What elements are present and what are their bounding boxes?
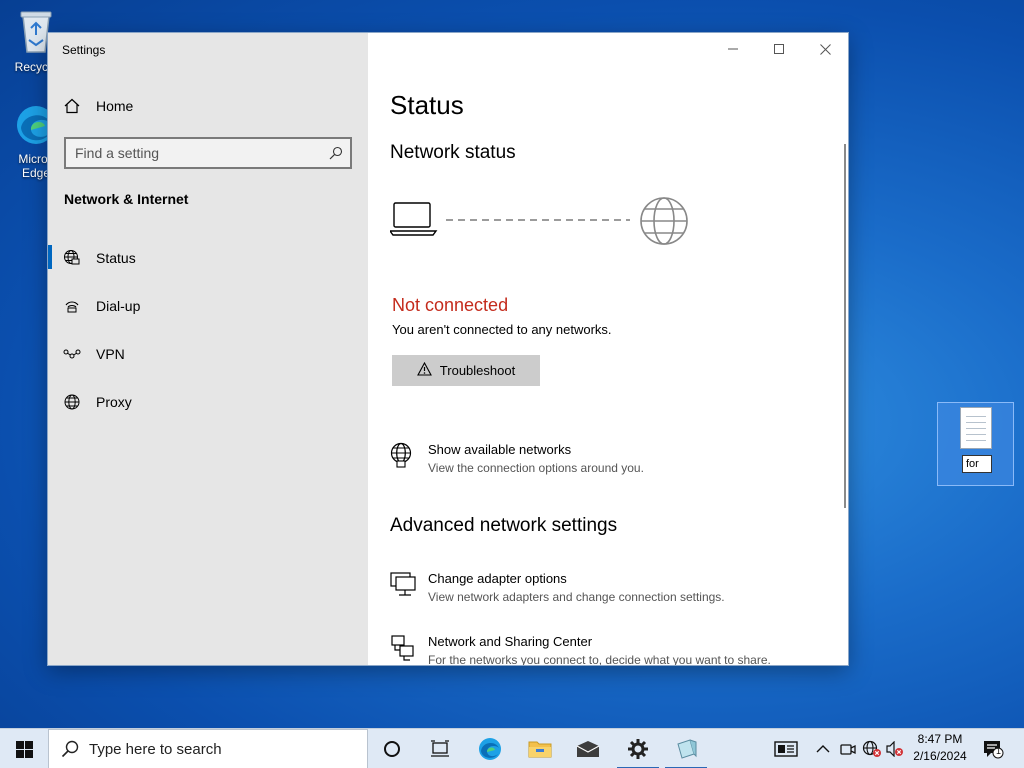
search-icon [61, 740, 79, 758]
taskbar-search-box[interactable]: Type here to search [48, 729, 368, 768]
sidebar-item-home[interactable]: Home [48, 86, 368, 126]
start-button[interactable] [0, 729, 48, 768]
notepad-taskbar-button[interactable] [662, 729, 710, 768]
sidebar-item-proxy[interactable]: Proxy [48, 382, 368, 422]
sidebar-item-vpn[interactable]: VPN [48, 334, 368, 374]
news-widget-icon[interactable] [774, 740, 798, 763]
taskbar-search-placeholder: Type here to search [89, 740, 222, 758]
adapter-options-title: Change adapter options [428, 571, 567, 586]
sidebar-item-label: Status [96, 250, 136, 266]
file-explorer-button[interactable] [516, 729, 564, 768]
maximize-button[interactable] [756, 33, 802, 65]
action-center-button[interactable]: 1 [978, 729, 1008, 768]
sharing-center-title: Network and Sharing Center [428, 634, 593, 649]
clock-date: 2/16/2024 [913, 749, 967, 763]
home-icon [48, 97, 96, 115]
sharing-center-subtitle: For the networks you connect to, decide … [428, 653, 771, 665]
network-adapter-icon [390, 571, 416, 599]
dialup-icon [48, 297, 96, 315]
sidebar-item-status[interactable]: Status [48, 238, 368, 278]
text-file-desktop-icon[interactable]: for [937, 402, 1014, 486]
settings-taskbar-button[interactable] [614, 729, 662, 768]
volume-muted-icon[interactable] [886, 740, 904, 762]
folder-icon [528, 741, 552, 758]
sidebar-item-label: VPN [96, 346, 125, 362]
change-adapter-options-link[interactable]: Change adapter options View network adap… [390, 571, 830, 615]
close-button[interactable] [802, 33, 848, 65]
connection-detail: You aren't connected to any networks. [392, 322, 612, 337]
chevron-up-icon[interactable] [816, 742, 830, 760]
network-sharing-center-link[interactable]: Network and Sharing Center For the netwo… [390, 634, 830, 665]
close-icon [819, 43, 831, 55]
section-title: Network & Internet [64, 191, 189, 207]
text-document-icon [960, 407, 992, 449]
connection-state: Not connected [392, 295, 509, 315]
warning-icon [416, 361, 432, 379]
task-view-icon [431, 740, 449, 757]
window-title: Settings [62, 43, 106, 57]
edge-icon [479, 738, 501, 760]
mail-button[interactable] [564, 729, 612, 768]
settings-main-pane: Status Network status Not connected You [368, 33, 848, 665]
settings-window: Settings Home Network & Internet Status [48, 33, 848, 665]
find-setting-input[interactable] [66, 139, 322, 167]
adapter-options-subtitle: View network adapters and change connect… [428, 590, 725, 604]
show-available-networks-link[interactable]: Show available networks View the connect… [390, 442, 830, 486]
mail-icon [576, 741, 600, 757]
sharing-center-icon [390, 634, 416, 662]
laptop-icon [388, 202, 438, 236]
page-title: Status [390, 90, 464, 120]
troubleshoot-button[interactable]: Troubleshoot [392, 355, 540, 386]
troubleshoot-label: Troubleshoot [439, 363, 516, 378]
sidebar-item-label: Dial-up [96, 298, 141, 314]
minimize-icon [728, 48, 738, 50]
network-globe-icon [390, 442, 416, 470]
cortana-circle-icon [384, 741, 400, 757]
sidebar-item-dial-up[interactable]: Dial-up [48, 286, 368, 326]
globe-status-icon [48, 249, 96, 267]
notification-count: 1 [996, 746, 1002, 756]
globe-icon [48, 393, 96, 411]
show-networks-title: Show available networks [428, 442, 572, 457]
task-view-icon-button[interactable] [416, 729, 464, 768]
edge-taskbar-button[interactable] [466, 729, 514, 768]
gear-icon [628, 739, 648, 759]
notepad-icon [677, 739, 697, 759]
internet-globe-icon [640, 197, 688, 245]
meet-now-icon[interactable] [840, 741, 856, 762]
taskbar: Type here to search 8:47 PM 2/16/2024 1 [0, 728, 1024, 768]
show-networks-subtitle: View the connection options around you. [428, 461, 644, 475]
advanced-network-settings-heading: Advanced network settings [390, 515, 618, 536]
vpn-icon [48, 345, 96, 363]
task-view-button[interactable] [368, 729, 416, 768]
network-status-heading: Network status [390, 142, 516, 163]
maximize-icon [774, 44, 784, 54]
network-status-diagram [388, 193, 690, 249]
sidebar-home-label: Home [96, 98, 134, 114]
settings-sidebar: Settings Home Network & Internet Status [48, 33, 368, 665]
sidebar-item-label: Proxy [96, 394, 132, 410]
find-setting-search[interactable] [64, 137, 352, 169]
main-pane-scrollbar[interactable] [844, 144, 846, 508]
network-disconnected-icon[interactable] [862, 740, 882, 763]
clock-time: 8:47 PM [917, 732, 963, 746]
taskbar-clock[interactable]: 8:47 PM 2/16/2024 [904, 731, 976, 765]
search-icon [322, 146, 350, 160]
minimize-button[interactable] [710, 33, 756, 65]
windows-logo-icon [15, 740, 33, 758]
file-rename-input[interactable]: for [962, 455, 992, 473]
